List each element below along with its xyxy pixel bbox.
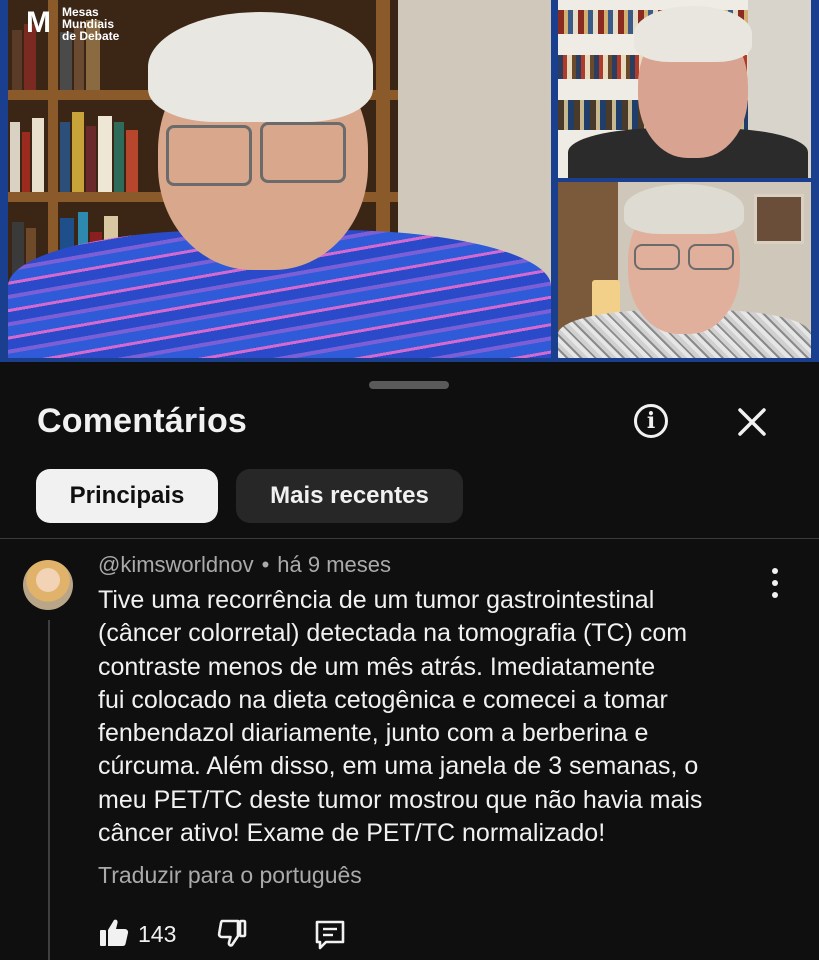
filter-chip-newest[interactable]: Mais recentes	[236, 469, 463, 523]
reply-thread-line	[48, 620, 50, 960]
thumbs-up-icon[interactable]	[98, 917, 130, 949]
comment-header: @kimsworldnov • há 9 meses	[98, 552, 391, 578]
comment-line: cúrcuma. Além disso, em uma janela de 3 …	[98, 752, 699, 781]
video-tile-guest-2	[558, 182, 811, 358]
info-icon[interactable]: i	[634, 404, 668, 438]
panel-title: Comentários	[37, 402, 248, 440]
speaker-glasses-right	[260, 122, 346, 183]
guest-1-hair	[634, 6, 752, 62]
comment-line: Tive uma recorrência de um tumor gastroi…	[98, 586, 655, 614]
wall-picture	[754, 194, 804, 244]
thumbs-down-icon[interactable]	[216, 917, 248, 949]
comment-time: há 9 meses	[277, 552, 392, 577]
comment-author[interactable]: @kimsworldnov	[98, 552, 254, 577]
video-tile-main-speaker: M Mesas Mundiais de Debate	[8, 0, 551, 358]
video-player[interactable]: M Mesas Mundiais de Debate	[0, 0, 819, 362]
comment-line: câncer ativo! Exame de PET/TC normalizad…	[98, 819, 606, 848]
close-icon[interactable]	[734, 404, 770, 440]
guest-2-hair	[624, 184, 744, 234]
comment-line: (câncer colorretal) detectada na tomogra…	[98, 619, 688, 648]
guest-2-glasses-left	[634, 244, 680, 270]
comment-body: Tive uma recorrência de um tumor gastroi…	[98, 584, 788, 850]
speaker-glasses-left	[166, 125, 252, 186]
comment-line: meu PET/TC deste tumor mostrou que não h…	[98, 785, 703, 814]
guest-2-glasses-right	[688, 244, 734, 270]
comments-panel: Comentários i Principais Mais recentes @…	[0, 362, 819, 960]
comment-line: fui colocado na dieta cetogênica e comec…	[98, 685, 668, 714]
filter-chip-top[interactable]: Principais	[36, 469, 218, 523]
avatar[interactable]	[23, 560, 73, 610]
books	[8, 100, 148, 192]
speaker-hair	[148, 12, 373, 122]
divider	[0, 538, 819, 539]
video-tile-guest-1	[558, 0, 811, 178]
drag-handle[interactable]	[369, 381, 449, 389]
channel-logo: M Mesas Mundiais de Debate	[26, 6, 119, 44]
separator-dot: •	[261, 552, 270, 577]
translate-link[interactable]: Traduzir para o português	[98, 862, 362, 889]
comment-line: fenbendazol diariamente, junto com a ber…	[98, 719, 649, 748]
channel-logo-text: Mesas Mundiais de Debate	[62, 5, 120, 43]
like-count: 143	[138, 921, 177, 947]
comment-line: contraste menos de um mês atrás. Imediat…	[98, 652, 656, 681]
channel-logo-mark: M	[26, 6, 51, 39]
reply-comment-icon[interactable]	[314, 919, 346, 951]
